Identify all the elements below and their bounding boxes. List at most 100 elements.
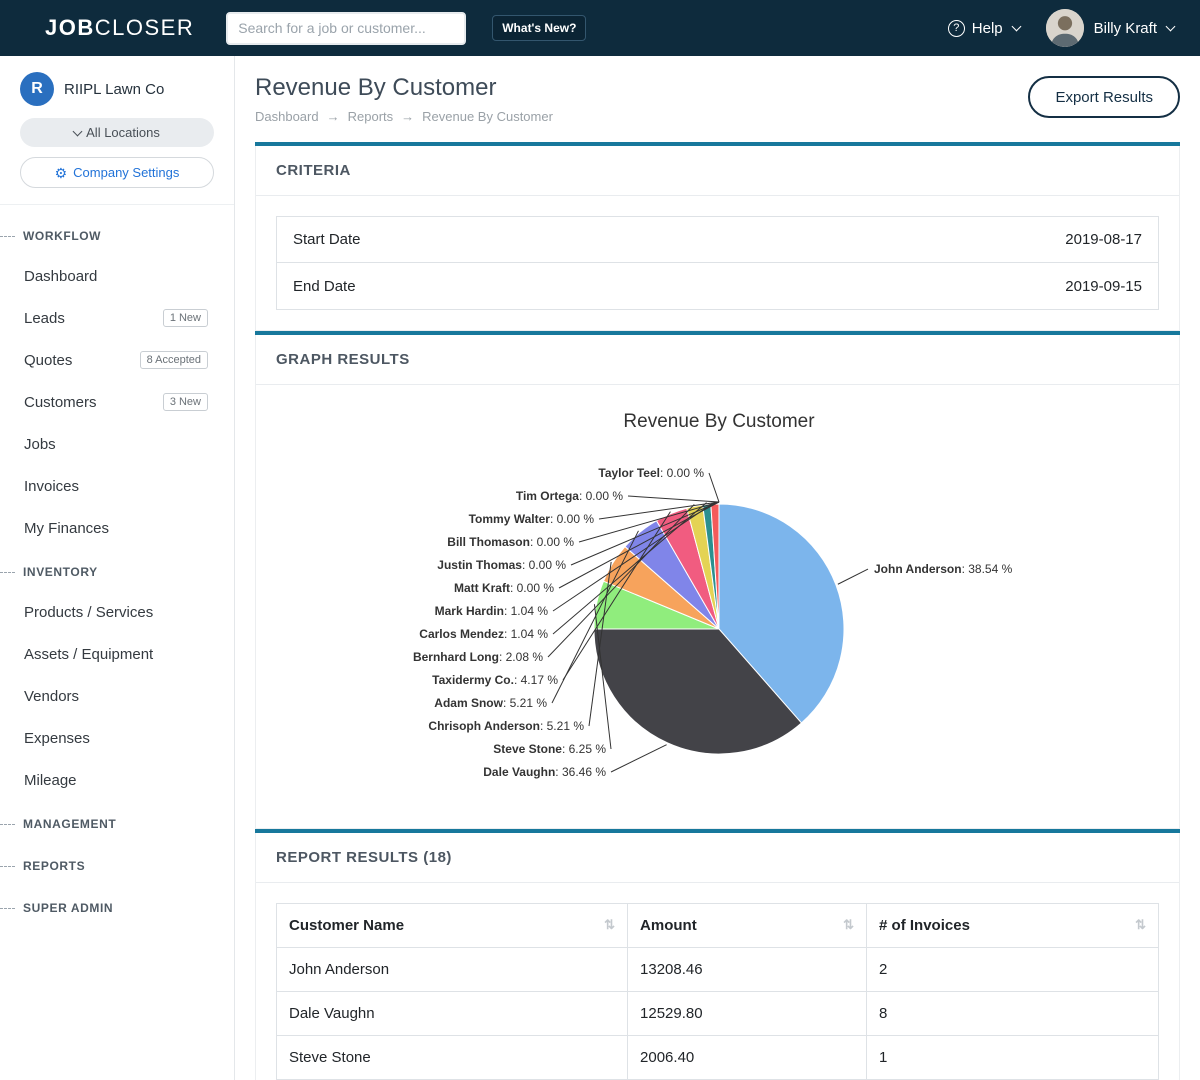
- pie-connector-line: [838, 569, 868, 584]
- pie-label-steve-stone: Steve Stone: 6.25 %: [493, 742, 606, 756]
- report-col-customer-name[interactable]: ⇅Customer Name: [277, 904, 628, 948]
- app-logo[interactable]: JOBCLOSER: [45, 15, 194, 41]
- chart-title: Revenue By Customer: [623, 411, 815, 432]
- sidebar-section-reports[interactable]: REPORTS: [0, 847, 234, 885]
- pie-label-bernhard-long: Bernhard Long: 2.08 %: [413, 650, 543, 664]
- sidebar-item-vendors[interactable]: Vendors: [0, 675, 234, 717]
- sidebar: R RIIPL Lawn Co All Locations ⚙ Company …: [0, 56, 235, 1080]
- sidebar-section-label: INVENTORY: [23, 565, 98, 579]
- graph-results-card: GRAPH RESULTS Revenue By CustomerJohn An…: [255, 331, 1180, 829]
- revenue-pie-chart: Revenue By CustomerJohn Anderson: 38.54 …: [276, 385, 1161, 828]
- page-header: Revenue By Customer Dashboard→Reports→Re…: [255, 74, 1180, 124]
- company-avatar: R: [20, 72, 54, 106]
- sort-icon[interactable]: ⇅: [843, 917, 854, 933]
- report-col-amount[interactable]: ⇅Amount: [628, 904, 867, 948]
- whats-new-button[interactable]: What's New?: [492, 15, 586, 41]
- export-results-button[interactable]: Export Results: [1028, 76, 1180, 118]
- table-row: Dale Vaughn12529.808: [277, 992, 1159, 1036]
- report-results-card: REPORT RESULTS (18) ⇅Customer Name⇅Amoun…: [255, 829, 1180, 1080]
- sidebar-item-mileage[interactable]: Mileage: [0, 759, 234, 801]
- sidebar-item-my-finances[interactable]: My Finances: [0, 507, 234, 549]
- user-avatar-photo: [1046, 9, 1084, 47]
- table-cell: 13208.46: [628, 948, 867, 992]
- sidebar-item-badge: 3 New: [163, 393, 208, 411]
- sidebar-section-management[interactable]: MANAGEMENT: [0, 805, 234, 843]
- user-avatar[interactable]: [1046, 9, 1084, 47]
- sidebar-item-label: Dashboard: [24, 268, 97, 285]
- sidebar-item-invoices[interactable]: Invoices: [0, 465, 234, 507]
- sidebar-item-dashboard[interactable]: Dashboard: [0, 255, 234, 297]
- search-input[interactable]: [226, 12, 466, 45]
- logo-text-light: CLOSER: [95, 15, 194, 41]
- sort-icon[interactable]: ⇅: [1135, 917, 1146, 933]
- pie-label-carlos-mendez: Carlos Mendez: 1.04 %: [419, 627, 548, 641]
- chevron-down-icon: [1166, 22, 1176, 32]
- sidebar-item-label: Invoices: [24, 478, 79, 495]
- sidebar-item-label: Mileage: [24, 772, 77, 789]
- table-cell: 8: [867, 992, 1159, 1036]
- breadcrumb: Dashboard→Reports→Revenue By Customer: [255, 108, 553, 124]
- sidebar-item-label: Customers: [24, 394, 97, 411]
- breadcrumb-arrow-icon: →: [401, 109, 414, 124]
- sidebar-section-super-admin[interactable]: SUPER ADMIN: [0, 889, 234, 927]
- top-navbar: JOBCLOSER What's New? ? Help Billy Kraft: [0, 0, 1200, 56]
- sidebar-item-quotes[interactable]: Quotes 8 Accepted: [0, 339, 234, 381]
- chevron-down-icon: [1011, 22, 1021, 32]
- sidebar-section-label: MANAGEMENT: [23, 817, 116, 831]
- user-menu[interactable]: Billy Kraft: [1094, 20, 1174, 37]
- sidebar-item-expenses[interactable]: Expenses: [0, 717, 234, 759]
- sidebar-section-workflow[interactable]: WORKFLOW: [0, 217, 234, 255]
- criteria-table: Start Date 2019-08-17 End Date2019-09-15: [276, 216, 1159, 310]
- global-search: [226, 12, 466, 45]
- section-dashes-icon: [0, 572, 15, 573]
- report-col-of-invoices[interactable]: ⇅# of Invoices: [867, 904, 1159, 948]
- sidebar-item-products-services[interactable]: Products / Services: [0, 591, 234, 633]
- pie-connector-line: [611, 745, 667, 772]
- sidebar-nav: WORKFLOW Dashboard Leads1 New Quotes 8 Accep…: [0, 204, 234, 927]
- company-settings-button[interactable]: ⚙ Company Settings: [20, 157, 214, 188]
- sidebar-section-inventory[interactable]: INVENTORY: [0, 553, 234, 591]
- sidebar-section-label: WORKFLOW: [23, 229, 101, 243]
- sidebar-item-label: Products / Services: [24, 604, 153, 621]
- user-name: Billy Kraft: [1094, 20, 1157, 37]
- sidebar-item-customers[interactable]: Customers 3 New: [0, 381, 234, 423]
- criteria-value: 2019-08-17: [1065, 231, 1142, 248]
- pie-label-mark-hardin: Mark Hardin: 1.04 %: [435, 604, 549, 618]
- pie-label-justin-thomas: Justin Thomas: 0.00 %: [437, 558, 566, 572]
- report-results-heading: REPORT RESULTS (18): [256, 833, 1179, 883]
- pie-label-tommy-walter: Tommy Walter: 0.00 %: [469, 512, 595, 526]
- table-cell: 1: [867, 1036, 1159, 1080]
- topbar-right-group: ? Help Billy Kraft: [948, 9, 1174, 47]
- pie-label-dale-vaughn: Dale Vaughn: 36.46 %: [483, 765, 606, 779]
- sidebar-item-label: Jobs: [24, 436, 56, 453]
- sidebar-item-label: Vendors: [24, 688, 79, 705]
- sidebar-item-jobs[interactable]: Jobs: [0, 423, 234, 465]
- sidebar-item-assets-equipment[interactable]: Assets / Equipment: [0, 633, 234, 675]
- sidebar-item-badge: 8 Accepted: [140, 351, 208, 369]
- help-menu[interactable]: ? Help: [948, 20, 1020, 37]
- sidebar-item-label: Quotes: [24, 352, 72, 369]
- pie-label-taylor-teel: Taylor Teel: 0.00 %: [598, 466, 704, 480]
- locations-dropdown[interactable]: All Locations: [20, 118, 214, 147]
- pie-label-taxidermy-co: Taxidermy Co.: 4.17 %: [432, 673, 558, 687]
- pie-label-chrisoph-anderson: Chrisoph Anderson: 5.21 %: [428, 719, 584, 733]
- criteria-label: Start Date: [293, 231, 361, 248]
- section-dashes-icon: [0, 866, 15, 867]
- company-name: RIIPL Lawn Co: [64, 81, 164, 98]
- help-label: Help: [972, 20, 1003, 37]
- pie-label-tim-ortega: Tim Ortega: 0.00 %: [516, 489, 623, 503]
- section-dashes-icon: [0, 824, 15, 825]
- section-dashes-icon: [0, 236, 15, 237]
- sidebar-item-leads[interactable]: Leads1 New: [0, 297, 234, 339]
- table-cell: 2006.40: [628, 1036, 867, 1080]
- criteria-row: End Date2019-09-15: [277, 263, 1158, 309]
- breadcrumb-item-reports[interactable]: Reports: [348, 109, 394, 124]
- sidebar-item-badge: 1 New: [163, 309, 208, 327]
- gear-icon: ⚙: [55, 166, 68, 180]
- breadcrumb-item-dashboard[interactable]: Dashboard: [255, 109, 319, 124]
- criteria-value: 2019-09-15: [1065, 278, 1142, 295]
- table-cell: Dale Vaughn: [277, 992, 628, 1036]
- table-cell: John Anderson: [277, 948, 628, 992]
- pie-connector-line: [709, 473, 719, 502]
- sort-icon[interactable]: ⇅: [604, 917, 615, 933]
